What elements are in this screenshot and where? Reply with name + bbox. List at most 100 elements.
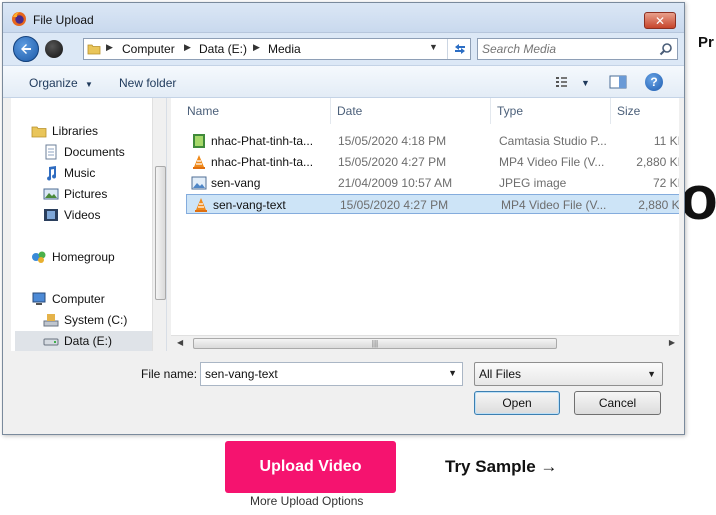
- scroll-right-icon[interactable]: ▶: [669, 338, 675, 347]
- nav-item-label: Homegroup: [52, 250, 115, 264]
- nav-item-data-e[interactable]: Data (E:): [15, 331, 152, 351]
- search-icon[interactable]: [659, 42, 673, 56]
- page-big-text-fragment: o: [680, 164, 716, 233]
- nav-item-videos[interactable]: Videos: [43, 205, 100, 225]
- nav-item-label: Libraries: [52, 124, 99, 138]
- nav-item-label: Music: [64, 166, 96, 180]
- nav-item-label: Documents: [64, 145, 125, 159]
- file-list-hscrollbar[interactable]: ◀ ||| ▶: [171, 335, 679, 351]
- file-name-field: ▼: [200, 362, 463, 386]
- system-drive-icon: [43, 314, 59, 327]
- file-row[interactable]: nhac-Phat-tinh-ta... 15/05/2020 4:18 PM …: [185, 131, 679, 151]
- file-date: 15/05/2020 4:27 PM: [338, 155, 447, 169]
- vlc-file-icon: [195, 198, 207, 212]
- try-sample-link[interactable]: Try Sample →: [445, 457, 557, 477]
- navigation-row: ▶ Computer ▶ Data (E:) ▶ Media ▼: [3, 33, 684, 65]
- organize-label: Organize: [29, 76, 78, 90]
- breadcrumb-computer[interactable]: Computer: [122, 42, 175, 56]
- chevron-right-icon[interactable]: ▶: [106, 42, 113, 53]
- file-type-value: All Files: [479, 367, 522, 381]
- file-type-select[interactable]: All Files ▼: [474, 362, 663, 386]
- more-upload-options-link[interactable]: More Upload Options: [250, 494, 363, 508]
- videos-icon: [44, 209, 58, 221]
- back-arrow-icon: [21, 44, 31, 54]
- scrollbar-thumb[interactable]: [155, 166, 166, 300]
- navigation-pane: Libraries Documents Music Pictures Video…: [11, 98, 167, 351]
- file-name: sen-vang: [211, 176, 261, 190]
- file-list: Name Date Type Size nhac-Phat-tinh-ta...…: [171, 98, 679, 351]
- file-size: 72 KI: [652, 176, 679, 190]
- scroll-left-icon[interactable]: ◀: [177, 338, 183, 347]
- music-icon: [47, 166, 57, 181]
- column-header-name[interactable]: Name: [181, 98, 331, 124]
- file-size: 2,880 KI: [636, 155, 679, 169]
- column-header-date[interactable]: Date: [331, 98, 491, 124]
- nav-item-documents[interactable]: Documents: [43, 142, 125, 162]
- file-type: Camtasia Studio P...: [499, 134, 607, 148]
- address-dropdown-icon[interactable]: ▼: [429, 42, 438, 52]
- nav-item-label: Computer: [52, 292, 105, 306]
- file-row-selected[interactable]: sen-vang-text 15/05/2020 4:27 PM MP4 Vid…: [186, 194, 679, 214]
- forward-button[interactable]: [45, 40, 63, 58]
- nav-item-label: Pictures: [64, 187, 108, 201]
- breadcrumb-media[interactable]: Media: [268, 42, 301, 56]
- chevron-down-icon: ▼: [647, 369, 656, 379]
- view-dropdown-icon[interactable]: ▼: [581, 78, 590, 88]
- preview-pane-icon[interactable]: [609, 74, 627, 90]
- breadcrumb-data-e[interactable]: Data (E:): [199, 42, 247, 56]
- nav-pane-scrollbar[interactable]: [152, 98, 166, 351]
- new-folder-button[interactable]: New folder: [119, 76, 176, 90]
- chevron-right-icon[interactable]: ▶: [184, 42, 191, 53]
- column-header-type[interactable]: Type: [491, 98, 611, 124]
- dialog-title: File Upload: [33, 13, 94, 27]
- upload-video-button[interactable]: Upload Video: [225, 441, 396, 493]
- file-name-input[interactable]: [205, 367, 437, 381]
- close-button[interactable]: ✕: [644, 12, 676, 29]
- file-size: 2,880 KI: [638, 198, 679, 212]
- file-upload-dialog: File Upload ✕ ▶ Computer ▶ Data (E:) ▶ M…: [2, 2, 685, 435]
- file-type: JPEG image: [499, 176, 567, 190]
- file-row[interactable]: sen-vang 21/04/2009 10:57 AM JPEG image …: [185, 173, 679, 193]
- command-toolbar: Organize ▼ New folder ▼ ?: [3, 65, 684, 98]
- refresh-icon: [454, 44, 465, 54]
- open-button[interactable]: Open: [474, 391, 560, 415]
- computer-icon: [32, 292, 46, 305]
- file-name: nhac-Phat-tinh-ta...: [211, 155, 314, 169]
- file-date: 15/05/2020 4:18 PM: [338, 134, 447, 148]
- folder-icon: [87, 44, 101, 55]
- nav-item-label: Videos: [64, 208, 101, 222]
- address-bar[interactable]: ▶ Computer ▶ Data (E:) ▶ Media ▼: [83, 38, 471, 60]
- file-type: MP4 Video File (V...: [501, 198, 607, 212]
- chevron-right-icon[interactable]: ▶: [253, 42, 260, 53]
- vlc-file-icon: [193, 155, 205, 169]
- documents-icon: [45, 144, 57, 160]
- nav-item-pictures[interactable]: Pictures: [43, 184, 107, 204]
- nav-item-system-c[interactable]: System (C:): [43, 310, 127, 330]
- chevron-down-icon[interactable]: ▼: [448, 368, 457, 378]
- firefox-icon: [12, 12, 26, 26]
- file-name-label: File name:: [141, 367, 198, 381]
- file-type: MP4 Video File (V...: [499, 155, 605, 169]
- nav-item-computer[interactable]: Computer: [31, 289, 105, 309]
- nav-item-music[interactable]: Music: [43, 163, 95, 183]
- drive-icon: [43, 338, 59, 346]
- file-row[interactable]: nhac-Phat-tinh-ta... 15/05/2020 4:27 PM …: [185, 152, 679, 172]
- nav-item-homegroup[interactable]: Homegroup: [31, 247, 115, 267]
- file-name: nhac-Phat-tinh-ta...: [211, 134, 314, 148]
- search-box: [477, 38, 678, 60]
- refresh-button[interactable]: [447, 39, 471, 59]
- organize-menu[interactable]: Organize ▼: [29, 76, 93, 90]
- file-size: 11 KI: [653, 134, 679, 148]
- nav-item-libraries[interactable]: Libraries: [31, 121, 98, 141]
- dialog-titlebar[interactable]: File Upload ✕: [3, 3, 684, 33]
- nav-item-label: Data (E:): [64, 334, 113, 348]
- view-options-icon[interactable]: [555, 74, 573, 90]
- column-header-size[interactable]: Size: [611, 98, 679, 124]
- image-file-icon: [191, 176, 207, 190]
- help-icon[interactable]: ?: [645, 73, 663, 91]
- cancel-button[interactable]: Cancel: [574, 391, 661, 415]
- scrollbar-thumb[interactable]: |||: [193, 338, 557, 349]
- search-input[interactable]: [482, 41, 652, 57]
- page-heading-fragment: Pr: [698, 34, 714, 51]
- back-button[interactable]: [13, 36, 39, 62]
